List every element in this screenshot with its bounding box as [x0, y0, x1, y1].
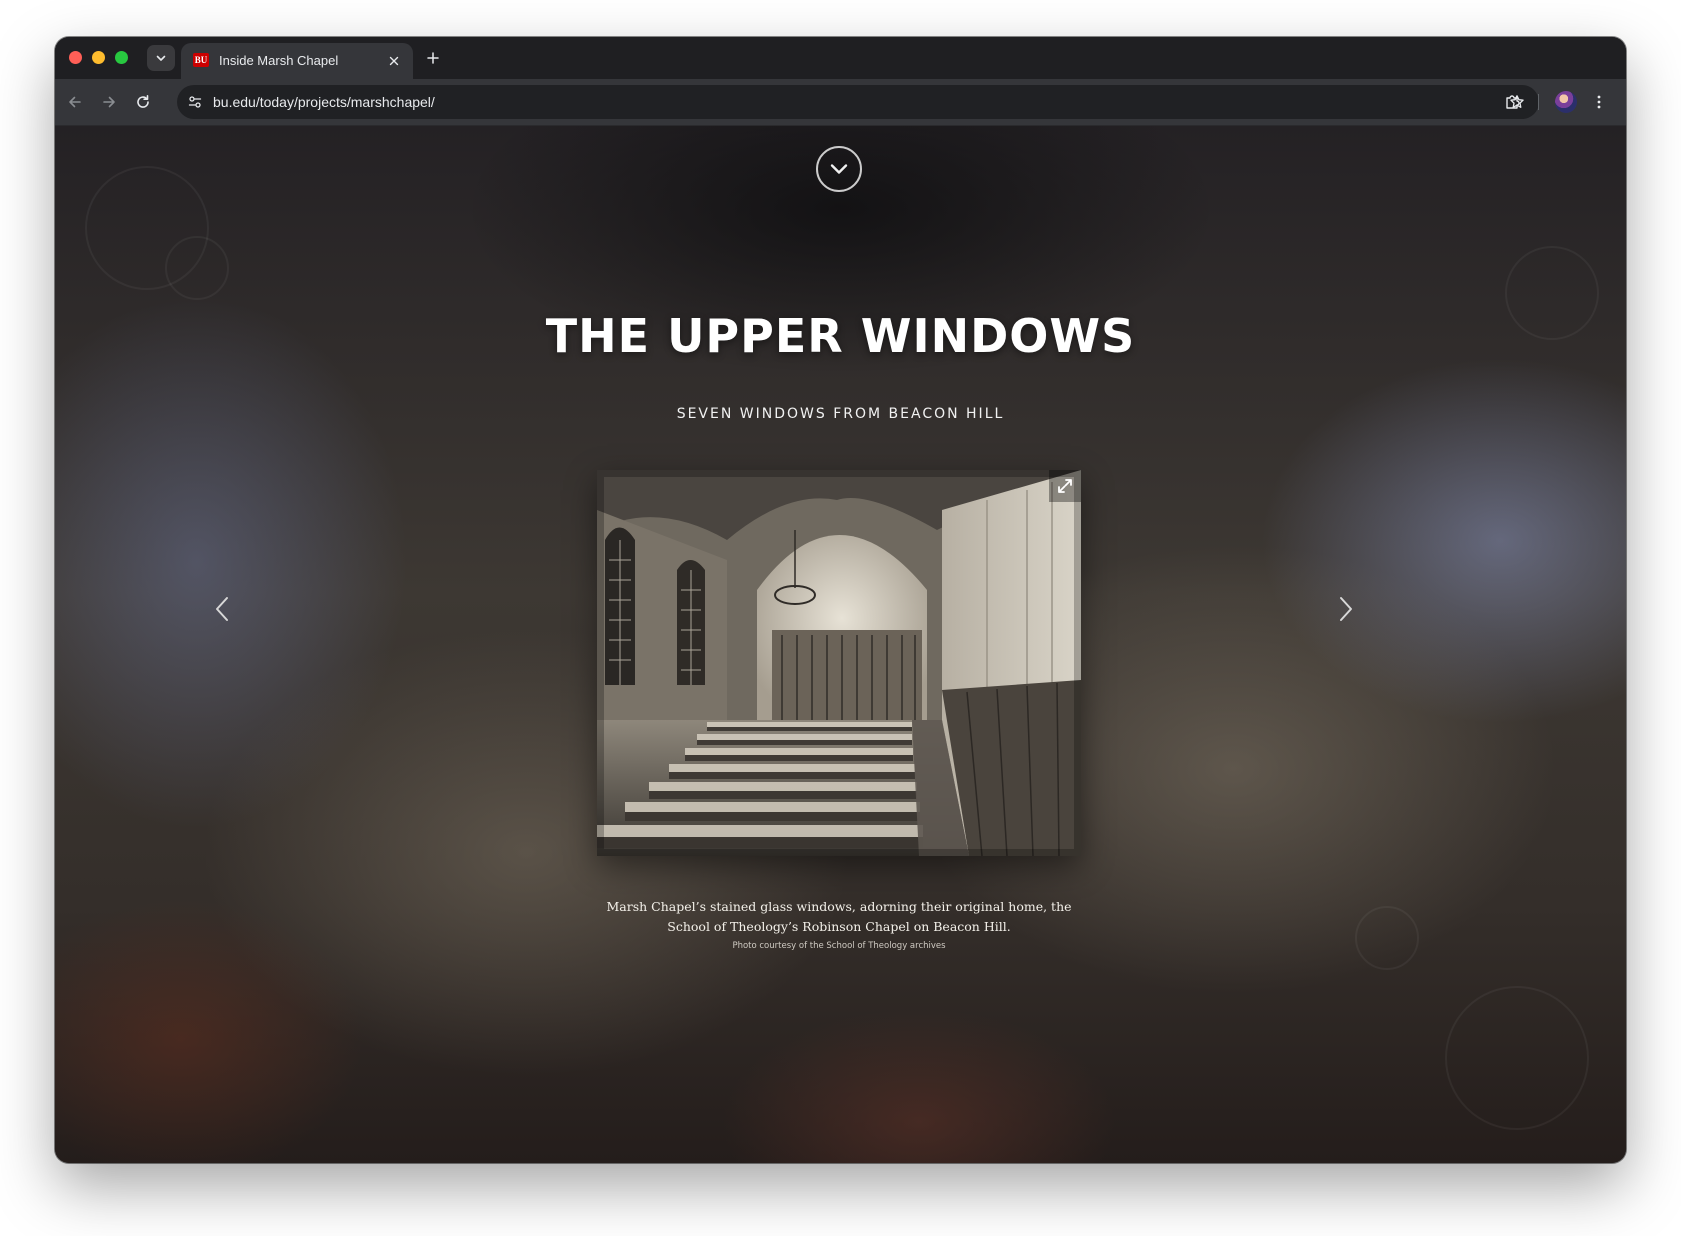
url-text[interactable]: bu.edu/today/projects/marshchapel/: [213, 94, 435, 110]
next-slide-button[interactable]: [1331, 591, 1361, 627]
new-tab-button[interactable]: [421, 46, 445, 70]
photo-caption: Marsh Chapel’s stained glass windows, ad…: [606, 899, 1072, 934]
puzzle-icon: [1506, 95, 1520, 109]
plus-icon: [427, 52, 439, 64]
browser-menu-button[interactable]: [1585, 88, 1613, 116]
chapel-photo[interactable]: [597, 470, 1081, 856]
tab-strip: BU Inside Marsh Chapel: [55, 37, 1626, 79]
background-ornament: [1445, 986, 1589, 1130]
fullscreen-button[interactable]: [1049, 470, 1081, 502]
browser-toolbar: bu.edu/today/projects/marshchapel/: [55, 79, 1626, 126]
tab-title: Inside Marsh Chapel: [219, 53, 339, 68]
browser-window: BU Inside Marsh Chapel bu.edu/today/proj…: [55, 37, 1626, 1163]
close-window-button[interactable]: [69, 51, 82, 64]
favicon: BU: [193, 53, 209, 67]
expand-icon: [1058, 479, 1072, 493]
back-button[interactable]: [61, 88, 89, 116]
tab-search-button[interactable]: [147, 45, 175, 71]
tab-active[interactable]: BU Inside Marsh Chapel: [181, 43, 413, 79]
chapel-interior-image: [597, 470, 1081, 856]
arrow-left-icon: [69, 96, 81, 108]
chevron-down-circle-icon: [830, 164, 848, 174]
chevron-down-icon: [156, 55, 166, 61]
chevron-left-icon: [216, 597, 228, 621]
tune-icon: [188, 96, 202, 108]
background-ornament: [165, 236, 229, 300]
page-content: THE UPPER WINDOWS SEVEN WINDOWS FROM BEA…: [55, 126, 1626, 1163]
chevron-right-icon: [1340, 597, 1352, 621]
arrow-right-icon: [103, 96, 115, 108]
zoom-window-button[interactable]: [115, 51, 128, 64]
close-icon: [389, 56, 399, 66]
reload-icon: [137, 95, 149, 108]
background-ornament: [1355, 906, 1419, 970]
photo-credit: Photo courtesy of the School of Theology…: [732, 941, 946, 951]
previous-slide-button[interactable]: [207, 591, 237, 627]
section-subtitle: SEVEN WINDOWS FROM BEACON HILL: [676, 406, 1005, 422]
scroll-down-button[interactable]: [816, 146, 862, 192]
screenshot-stage: BU Inside Marsh Chapel bu.edu/today/proj…: [0, 0, 1681, 1236]
minimize-window-button[interactable]: [92, 51, 105, 64]
kebab-menu-icon: [1597, 95, 1601, 109]
forward-button[interactable]: [95, 88, 123, 116]
section-title: THE UPPER WINDOWS: [545, 309, 1136, 363]
profile-avatar[interactable]: [1555, 91, 1577, 113]
toolbar-divider: [1538, 94, 1539, 110]
extensions-button[interactable]: [1499, 88, 1527, 116]
close-tab-button[interactable]: [385, 52, 403, 70]
site-info-button[interactable]: [183, 90, 207, 114]
reload-button[interactable]: [129, 88, 157, 116]
address-bar[interactable]: bu.edu/today/projects/marshchapel/: [177, 85, 1539, 119]
